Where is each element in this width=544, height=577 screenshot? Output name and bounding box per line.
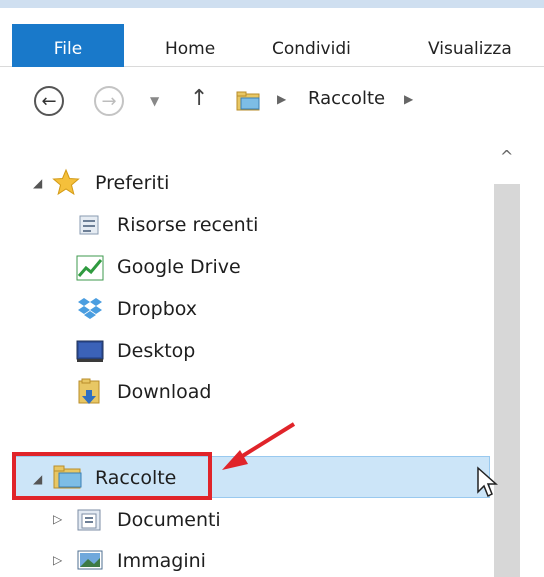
forward-button[interactable]: →	[94, 86, 124, 116]
address-bar	[0, 67, 544, 129]
ribbon: File Home Condividi Visualizza	[0, 8, 544, 74]
favorites-item-google-drive[interactable]: Google Drive	[117, 252, 241, 282]
back-button[interactable]: ←	[34, 86, 64, 116]
up-button[interactable]: ↑	[190, 86, 208, 111]
highlight-box	[12, 452, 212, 500]
recent-locations-dropdown[interactable]: ▼	[150, 94, 159, 108]
recent-places-icon	[77, 214, 103, 242]
arrow-right-icon: →	[101, 91, 117, 112]
arrow-left-icon: ←	[41, 91, 57, 112]
breadcrumb-expand-icon[interactable]: ▶	[404, 92, 413, 106]
expand-documenti-icon[interactable]: ▷	[53, 512, 62, 526]
window-top-edge	[0, 0, 544, 8]
desktop-icon	[76, 339, 104, 367]
favorites-item-dropbox[interactable]: Dropbox	[117, 294, 197, 324]
favorites-item-download[interactable]: Download	[117, 377, 211, 407]
arrow-up-icon: ↑	[190, 86, 209, 111]
documents-library-icon	[76, 506, 104, 536]
libraries-item-immagini[interactable]: Immagini	[117, 546, 206, 576]
expand-immagini-icon[interactable]: ▷	[53, 553, 62, 567]
libraries-folder-icon	[236, 90, 262, 116]
chevron-down-icon: ▼	[150, 94, 160, 108]
favorites-item-risorse-recenti[interactable]: Risorse recenti	[117, 210, 258, 240]
mouse-pointer-icon	[477, 466, 498, 498]
favorites-label[interactable]: Preferiti	[95, 168, 169, 198]
dropbox-icon	[77, 296, 103, 324]
libraries-item-documenti[interactable]: Documenti	[117, 505, 221, 535]
google-drive-icon	[76, 255, 104, 285]
pictures-library-icon	[76, 547, 104, 577]
pane-divider	[524, 129, 544, 577]
scroll-up-arrow-icon[interactable]: ^	[500, 147, 513, 166]
breadcrumb-separator-icon[interactable]: ▶	[277, 92, 286, 106]
favorites-item-desktop[interactable]: Desktop	[117, 336, 195, 366]
scrollbar-thumb[interactable]	[494, 184, 520, 577]
download-folder-icon	[77, 378, 103, 410]
breadcrumb-raccolte[interactable]: Raccolte	[308, 88, 385, 109]
annotation-arrow-icon	[222, 422, 296, 470]
expand-favorites-icon[interactable]: ◢	[33, 176, 42, 190]
star-icon	[52, 168, 80, 200]
